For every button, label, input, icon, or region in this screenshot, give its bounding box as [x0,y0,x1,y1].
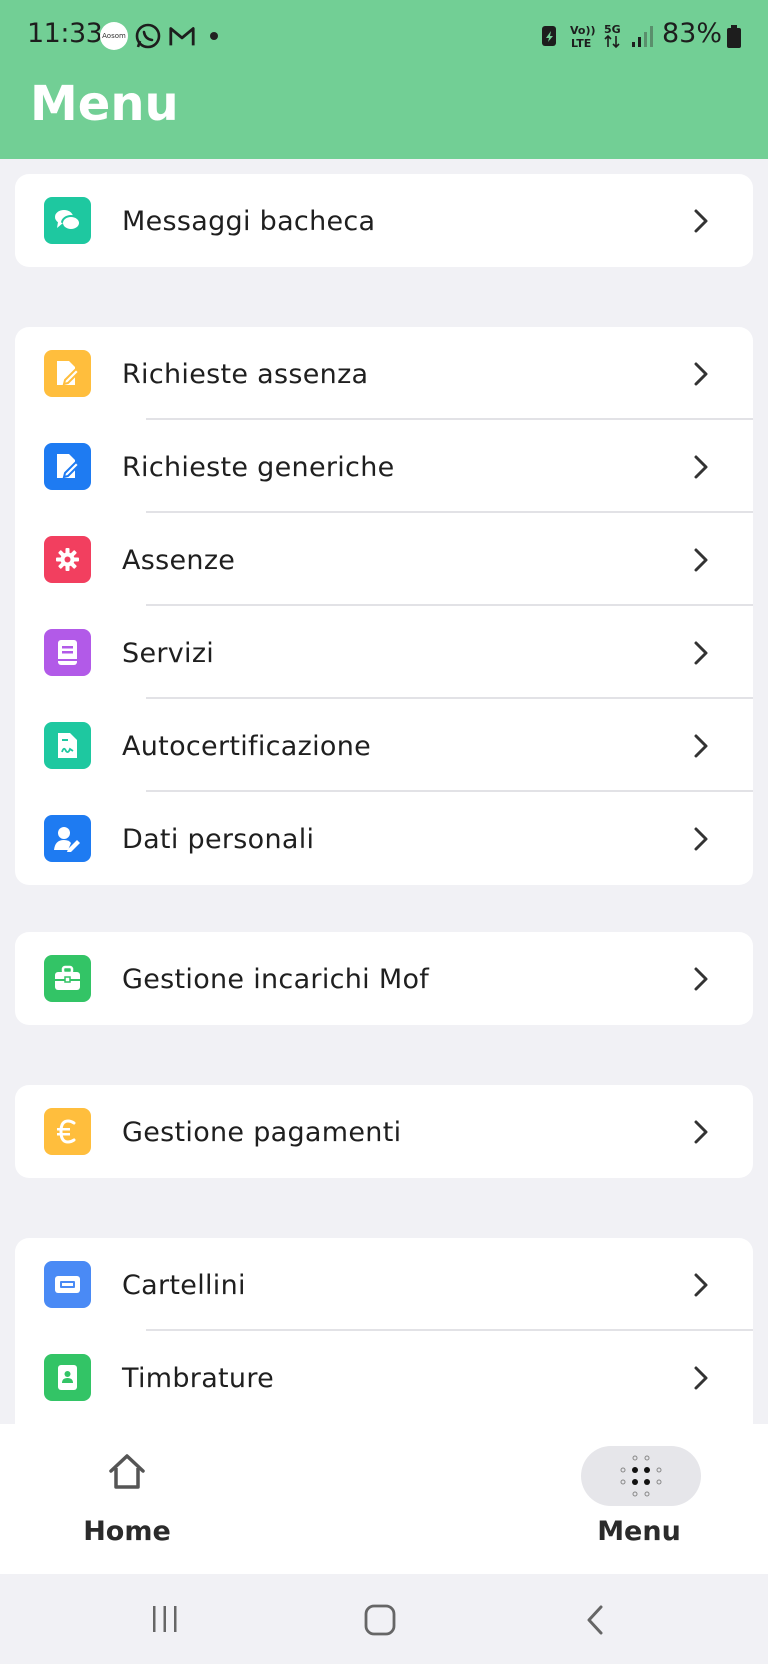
chevron-right-icon [694,548,708,572]
menu-item-richieste-generiche[interactable]: Richieste generiche [15,420,753,513]
chat-bubbles-icon [44,197,91,244]
card-icon [44,1261,91,1308]
menu-item-messaggi-bacheca[interactable]: Messaggi bacheca [15,174,753,267]
menu-grid-icon [620,1455,662,1497]
home-system-icon[interactable] [364,1604,396,1636]
menu-item-cartellini[interactable]: Cartellini [15,1238,753,1331]
document-edit-icon [44,443,91,490]
bottom-navigation: Home Menu [0,1424,768,1574]
chevron-right-icon [694,734,708,758]
5g-icon: 5G [604,23,621,49]
chevron-right-icon [694,967,708,991]
menu-item-timbrature[interactable]: Timbrature [15,1331,753,1424]
gmail-icon [169,27,195,46]
menu-item-label: Gestione incarichi Mof [122,964,430,995]
recent-apps-icon[interactable] [150,1604,180,1634]
whatsapp-icon [135,23,161,49]
chevron-right-icon [694,641,708,665]
more-notifications-dot [210,32,218,40]
svg-text:Vo)): Vo)) [570,24,596,37]
chevron-right-icon [694,455,708,479]
menu-item-servizi[interactable]: Servizi [15,606,753,699]
chevron-right-icon [694,1120,708,1144]
briefcase-icon [44,955,91,1002]
nav-menu-button[interactable]: Menu [539,1424,739,1574]
menu-item-label: Richieste generiche [122,452,395,483]
system-navigation-bar [0,1574,768,1664]
user-edit-icon [44,815,91,862]
euro-icon [44,1108,91,1155]
menu-item-label: Timbrature [122,1363,275,1394]
menu-item-label: Autocertificazione [122,731,372,762]
menu-item-richieste-assenza[interactable]: Richieste assenza [15,327,753,420]
menu-item-assenze[interactable]: Assenze [15,513,753,606]
menu-item-label: Cartellini [122,1270,246,1301]
chevron-right-icon [694,1273,708,1297]
back-icon[interactable] [584,1604,606,1636]
badge-icon [44,1354,91,1401]
menu-group-attendance: Cartellini Timbrature [15,1238,753,1424]
chevron-right-icon [694,827,708,851]
menu-item-label: Gestione pagamenti [122,1117,402,1148]
page-title: Menu [30,76,179,132]
book-icon [44,629,91,676]
menu-item-gestione-pagamenti[interactable]: Gestione pagamenti [15,1085,753,1178]
nav-home-button[interactable]: Home [27,1424,227,1574]
gear-icon [44,536,91,583]
nav-menu-label: Menu [597,1516,681,1547]
menu-item-autocertificazione[interactable]: Autocertificazione [15,699,753,792]
svg-text:LTE: LTE [571,37,591,50]
battery-percent: 83% [662,18,723,49]
battery-icon [727,25,741,48]
menu-item-dati-personali[interactable]: Dati personali [15,792,753,885]
menu-item-label: Dati personali [122,824,315,855]
battery-saver-icon [542,26,556,46]
menu-item-label: Richieste assenza [122,359,369,390]
menu-group-messages: Messaggi bacheca [15,174,753,267]
status-bar: 11:33 Aosom Vo)) LTE 5G 83% [0,0,768,72]
chevron-right-icon [694,1366,708,1390]
chevron-right-icon [694,362,708,386]
chevron-right-icon [694,209,708,233]
menu-group-mof: Gestione incarichi Mof [15,932,753,1025]
menu-group-requests: Richieste assenza Richieste generiche As… [15,327,753,885]
menu-item-label: Messaggi bacheca [122,206,376,237]
volte-icon: Vo)) LTE [570,24,596,50]
svg-text:5G: 5G [604,23,621,36]
home-icon [109,1454,145,1489]
aosom-notification-icon: Aosom [100,22,128,50]
nav-home-label: Home [83,1516,171,1547]
signal-icon [632,26,653,47]
menu-group-payments: Gestione pagamenti [15,1085,753,1178]
status-time: 11:33 [27,18,103,49]
menu-item-label: Assenze [122,545,236,576]
signed-document-icon [44,722,91,769]
menu-item-label: Servizi [122,638,215,669]
document-edit-icon [44,350,91,397]
menu-item-gestione-incarichi-mof[interactable]: Gestione incarichi Mof [15,932,753,1025]
app-header: 11:33 Aosom Vo)) LTE 5G 83% Menu [0,0,768,159]
